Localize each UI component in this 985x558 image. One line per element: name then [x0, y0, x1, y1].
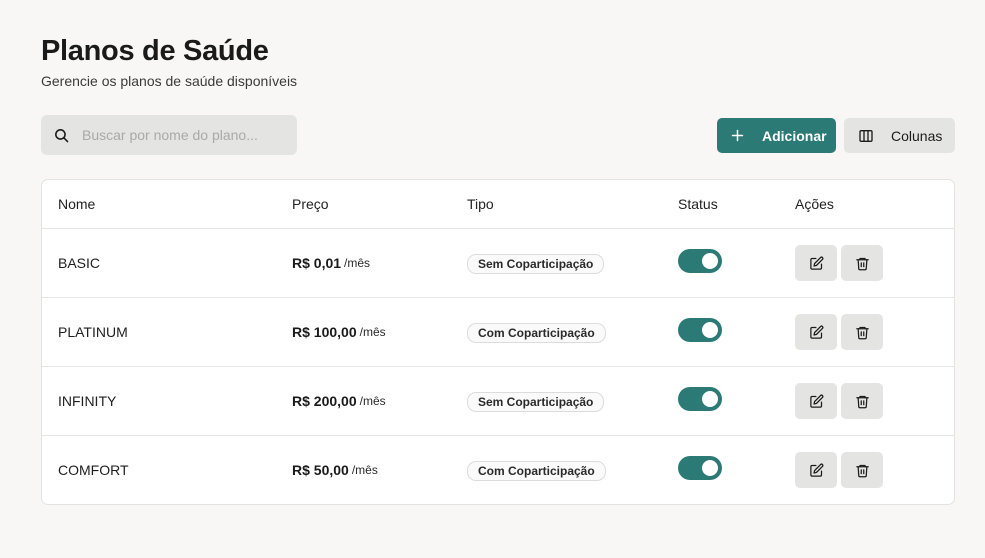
price-unit: /mês — [359, 394, 386, 408]
plan-name: BASIC — [58, 255, 101, 271]
table-header-row: Nome Preço Tipo Status Ações — [42, 180, 954, 229]
edit-icon — [809, 256, 824, 271]
plan-price: R$ 0,01 — [292, 255, 342, 271]
plan-type-badge: Sem Coparticipação — [467, 254, 605, 274]
delete-button[interactable] — [841, 314, 883, 350]
delete-button[interactable] — [841, 245, 883, 281]
edit-icon — [809, 463, 824, 478]
price-unit: /mês — [359, 325, 386, 339]
column-header-price[interactable]: Preço — [292, 180, 329, 228]
table-row: PLATINUM R$ 100,00/mês Com Coparticipação — [42, 298, 954, 367]
add-button[interactable]: Adicionar — [717, 118, 836, 153]
plan-price: R$ 50,00 — [292, 462, 349, 478]
plan-name: COMFORT — [58, 462, 129, 478]
trash-icon — [855, 256, 870, 271]
plan-type-badge: Com Coparticipação — [467, 461, 606, 481]
plan-type-badge: Com Coparticipação — [467, 323, 606, 343]
edit-button[interactable] — [795, 314, 837, 350]
toggle-knob — [702, 322, 718, 338]
plans-table: Nome Preço Tipo Status Ações BASIC R$ 0,0… — [41, 179, 955, 505]
toggle-knob — [702, 460, 718, 476]
edit-button[interactable] — [795, 245, 837, 281]
page-title: Planos de Saúde — [41, 35, 269, 67]
edit-icon — [809, 394, 824, 409]
price-unit: /mês — [351, 463, 378, 477]
column-header-status[interactable]: Status — [678, 180, 718, 228]
toggle-knob — [702, 391, 718, 407]
trash-icon — [855, 325, 870, 340]
columns-icon — [859, 129, 873, 142]
column-header-actions: Ações — [795, 196, 834, 212]
edit-button[interactable] — [795, 383, 837, 419]
toggle-knob — [702, 253, 718, 269]
edit-button[interactable] — [795, 452, 837, 488]
status-toggle[interactable] — [678, 249, 722, 273]
plan-price: R$ 200,00 — [292, 393, 357, 409]
plan-name: PLATINUM — [58, 324, 128, 340]
status-toggle[interactable] — [678, 456, 722, 480]
trash-icon — [855, 394, 870, 409]
status-toggle[interactable] — [678, 318, 722, 342]
page-subtitle: Gerencie os planos de saúde disponíveis — [41, 73, 298, 89]
status-toggle[interactable] — [678, 387, 722, 411]
plan-price: R$ 100,00 — [292, 324, 357, 340]
column-header-type[interactable]: Tipo — [467, 180, 494, 228]
search-icon — [55, 128, 69, 142]
search-input[interactable] — [82, 127, 282, 143]
price-unit: /mês — [344, 256, 371, 270]
add-button-label: Adicionar — [762, 127, 827, 144]
plan-type-badge: Sem Coparticipação — [467, 392, 605, 412]
edit-icon — [809, 325, 824, 340]
search-bar[interactable] — [41, 115, 297, 155]
table-row: COMFORT R$ 50,00/mês Com Coparticipação — [42, 436, 954, 504]
columns-button[interactable]: Colunas — [844, 118, 955, 153]
plan-name: INFINITY — [58, 393, 117, 409]
column-header-name[interactable]: Nome — [58, 180, 95, 228]
table-row: BASIC R$ 0,01/mês Sem Coparticipação — [42, 229, 954, 298]
table-row: INFINITY R$ 200,00/mês Sem Coparticipação — [42, 367, 954, 436]
delete-button[interactable] — [841, 452, 883, 488]
delete-button[interactable] — [841, 383, 883, 419]
columns-button-label: Colunas — [891, 127, 943, 144]
plus-icon — [731, 129, 744, 142]
trash-icon — [855, 463, 870, 478]
